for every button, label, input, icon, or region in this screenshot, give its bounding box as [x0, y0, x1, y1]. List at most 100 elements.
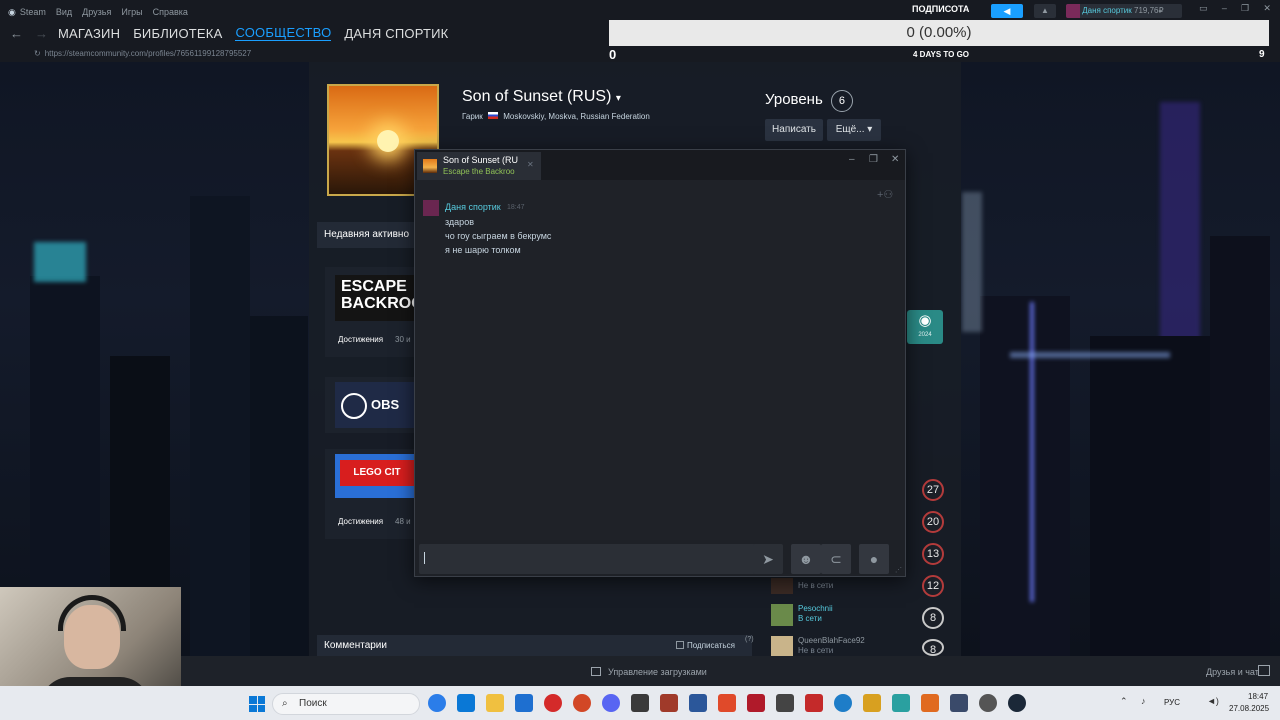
volume-icon[interactable]: ◄)	[1207, 696, 1219, 706]
menu-help[interactable]: Справка	[153, 7, 188, 17]
menu-friends[interactable]: Друзья	[82, 7, 111, 17]
taskbar-app-icon[interactable]	[689, 694, 707, 712]
emoticon-button[interactable]: ☻	[791, 544, 821, 574]
chat-window: Son of Sunset (RU Escape the Backroo ✕ –…	[414, 149, 906, 577]
goal-min: 0	[609, 47, 617, 62]
write-message-button[interactable]: Написать	[765, 119, 823, 141]
nav-profile[interactable]: ДАНЯ СПОРТИК	[344, 26, 448, 41]
taskbar-app-icon[interactable]	[950, 694, 968, 712]
taskbar-app-icon[interactable]	[776, 694, 794, 712]
friend-item[interactable]: Pesochnii В сети	[769, 604, 909, 626]
announce-button[interactable]: ◀	[991, 4, 1023, 18]
maximize-icon[interactable]: ❐	[1241, 3, 1249, 19]
menu-games[interactable]: Игры	[121, 7, 142, 17]
clock-time[interactable]: 18:47	[1248, 692, 1268, 701]
subscribe-checkbox[interactable]	[676, 641, 684, 649]
subscribe-label[interactable]: Подписаться	[687, 635, 735, 656]
taskbar-app-icon[interactable]	[979, 694, 997, 712]
level-badge: 6	[830, 90, 853, 112]
game-card-backrooms[interactable]: ESCAPE BACKROO Достижения 30 и	[325, 267, 415, 357]
taskbar-app-icon[interactable]	[573, 694, 591, 712]
count-badge[interactable]: 27	[922, 479, 944, 501]
chat-tab[interactable]: Son of Sunset (RU Escape the Backroo ✕	[417, 152, 541, 180]
steam-replay-badge[interactable]: ◉ 2024	[907, 310, 943, 344]
count-badge[interactable]: 8	[922, 607, 944, 629]
refresh-icon[interactable]: ↻	[34, 49, 41, 58]
friend-avatar	[771, 578, 793, 594]
send-button[interactable]: ➤	[753, 544, 783, 574]
game-card-lego[interactable]: LEGO CIT Достижения 48 и	[325, 449, 415, 539]
count-badge[interactable]: 13	[922, 543, 944, 565]
account-menu[interactable]: Даня спортик 719,76₽	[1066, 4, 1182, 18]
close-tab-icon[interactable]: ✕	[527, 160, 534, 169]
notifications-bell-icon[interactable]: ▲	[1034, 4, 1056, 18]
taskbar-app-icon[interactable]	[892, 694, 910, 712]
menu-view[interactable]: Вид	[56, 7, 72, 17]
chat-tab-avatar	[423, 159, 437, 173]
taskbar-app-icon[interactable]	[602, 694, 620, 712]
menu-app[interactable]: Steam	[20, 7, 46, 17]
keyboard-language[interactable]: РУС	[1164, 698, 1180, 707]
nav-store[interactable]: МАГАЗИН	[58, 26, 120, 41]
profile-name: Son of Sunset (RUS)	[462, 88, 612, 105]
overlay-label: ПОДПИСОТА	[912, 4, 970, 14]
name-dropdown-icon[interactable]: ▾	[616, 93, 621, 104]
game-achievements-label-2: Достижения	[338, 517, 384, 526]
close-icon[interactable]: ✕	[1263, 3, 1271, 19]
resize-grip-icon[interactable]: ⋰	[895, 566, 902, 574]
forward-arrow-icon[interactable]: →	[35, 26, 48, 41]
taskbar-app-icon[interactable]	[834, 694, 852, 712]
voice-button[interactable]: ●	[859, 544, 889, 574]
page-url[interactable]: https://steamcommunity.com/profiles/7656…	[45, 49, 252, 58]
taskbar-search-label: Поиск	[299, 698, 327, 709]
close-icon[interactable]: ✕	[891, 154, 899, 165]
chat-tab-subtitle: Escape the Backroo	[443, 167, 515, 176]
friends-chat-button[interactable]: Друзья и чат	[1206, 667, 1259, 677]
taskbar-app-icon[interactable]	[660, 694, 678, 712]
friend-status: Не в сети	[798, 581, 834, 590]
chat-message: здаров	[445, 217, 474, 227]
game-card-obs[interactable]: OBS St	[325, 377, 415, 433]
big-picture-icon[interactable]: ▭	[1199, 3, 1208, 19]
nav-community[interactable]: СООБЩЕСТВО	[235, 25, 332, 41]
sender-name[interactable]: Даня спортик	[445, 202, 501, 212]
chat-input[interactable]	[419, 544, 755, 574]
attach-button[interactable]: ⊂	[821, 544, 851, 574]
taskbar-app-icon[interactable]	[544, 694, 562, 712]
chevron-up-icon[interactable]: ⌃	[1120, 696, 1128, 707]
taskbar-app-icon[interactable]	[515, 694, 533, 712]
friend-item[interactable]: Не в сети	[769, 578, 909, 596]
maximize-icon[interactable]: ❐	[869, 154, 878, 165]
subscriber-goal-overlay: 0 (0.00%) 0 4 DAYS TO GO 9	[609, 18, 1269, 62]
start-windows-icon[interactable]	[249, 696, 265, 712]
help-icon[interactable]: (?)	[745, 629, 754, 650]
clock-date[interactable]: 27.08.2025	[1229, 704, 1269, 713]
taskbar-app-icon[interactable]	[805, 694, 823, 712]
send-icon: ➤	[762, 551, 774, 567]
friend-item[interactable]: QueenBlahFace92 Не в сети	[769, 636, 909, 656]
taskbar-app-icon[interactable]	[486, 694, 504, 712]
nav-library[interactable]: БИБЛИОТЕКА	[133, 26, 222, 41]
taskbar-steam-icon[interactable]	[1008, 694, 1026, 712]
taskbar-app-icon[interactable]	[428, 694, 446, 712]
mic-tray-icon[interactable]: ♪	[1141, 696, 1146, 706]
minimize-icon[interactable]: –	[1222, 3, 1227, 19]
downloads-icon	[591, 667, 601, 676]
friends-chat-icon[interactable]	[1258, 665, 1270, 676]
taskbar-app-icon[interactable]	[631, 694, 649, 712]
minimize-icon[interactable]: –	[849, 154, 855, 165]
taskbar-app-icon[interactable]	[457, 694, 475, 712]
taskbar-app-icon[interactable]	[863, 694, 881, 712]
taskbar-app-icon[interactable]	[921, 694, 939, 712]
download-bar: Управление загрузками Друзья и чат	[0, 656, 1280, 686]
count-badge[interactable]: 12	[922, 575, 944, 597]
add-friend-icon[interactable]: +⚇	[877, 188, 893, 201]
more-button[interactable]: Ещё... ▾	[827, 119, 881, 141]
back-arrow-icon[interactable]: ←	[10, 26, 23, 41]
count-badge[interactable]: 20	[922, 511, 944, 533]
taskbar-app-icon[interactable]	[718, 694, 736, 712]
manage-downloads[interactable]: Управление загрузками	[608, 667, 707, 677]
count-badge[interactable]: 8	[922, 639, 944, 656]
taskbar-app-icon[interactable]	[747, 694, 765, 712]
taskbar-search[interactable]: ⌕ Поиск	[272, 693, 420, 715]
